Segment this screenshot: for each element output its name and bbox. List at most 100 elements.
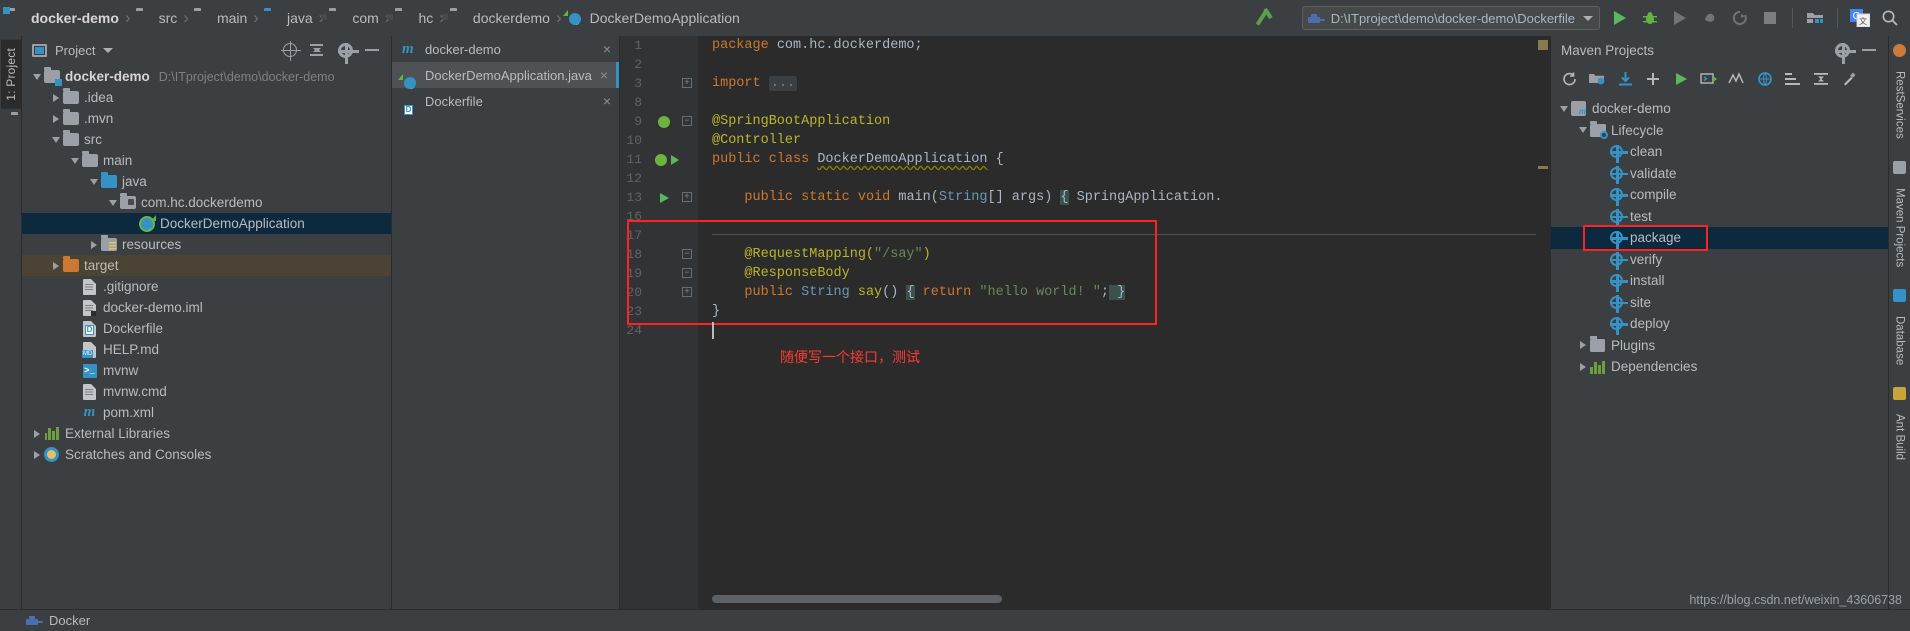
spring-bean-icon[interactable]	[654, 112, 674, 131]
tool-tab-maven-projects[interactable]: Maven Projects	[1892, 184, 1908, 271]
code-line[interactable]	[698, 321, 1550, 340]
code-line[interactable]	[698, 93, 1550, 112]
maven-tree-item[interactable]: m docker-demo	[1551, 98, 1888, 120]
code-fold-toggle[interactable]: −	[682, 249, 692, 259]
run-with-coverage-icon[interactable]	[1666, 4, 1694, 32]
collapse-arrow-icon[interactable]	[1557, 105, 1570, 112]
warning-marker[interactable]	[1538, 40, 1548, 50]
download-sources-icon[interactable]	[1613, 67, 1637, 91]
maven-tree[interactable]: m docker-demo Lifecycle clean validate compil…	[1551, 94, 1888, 609]
profile-icon[interactable]	[1696, 4, 1724, 32]
breadcrumb-item-dockerdemo[interactable]: dockerdemo	[441, 5, 553, 31]
expand-arrow-icon[interactable]	[49, 114, 62, 123]
close-icon[interactable]: ×	[599, 93, 615, 109]
code-line[interactable]: public static void main(String[] args) {…	[698, 188, 1550, 207]
project-tree-item[interactable]: docker-demo D:\ITproject\demo\docker-demo	[22, 66, 391, 87]
collapse-arrow-icon[interactable]	[1576, 127, 1589, 134]
close-icon[interactable]: ×	[599, 41, 615, 57]
toggle-skip-tests-icon[interactable]	[1725, 67, 1749, 91]
expand-arrow-icon[interactable]	[1576, 341, 1589, 350]
database-icon[interactable]	[1893, 289, 1906, 303]
project-tree-item[interactable]: DockerDemoApplication	[22, 213, 391, 234]
code-editor[interactable]: 1 2 3 +8 9−10 11 12 13 +16 17 18−19−20 +23 24 packag…	[620, 36, 1550, 609]
maven-tree-item[interactable]: Lifecycle	[1551, 120, 1888, 142]
tool-tab-rest-services[interactable]: RestServices	[1892, 67, 1908, 143]
run-maven-build-icon[interactable]	[1669, 67, 1693, 91]
maven-tree-item[interactable]: test	[1551, 206, 1888, 228]
project-structure-icon[interactable]	[1801, 4, 1829, 32]
project-tree-item[interactable]: java	[22, 171, 391, 192]
code-line[interactable]: public String say() { return "hello worl…	[698, 283, 1550, 302]
code-line[interactable]	[698, 207, 1550, 226]
breadcrumb-item-com[interactable]: com	[321, 5, 381, 31]
project-tree-item[interactable]: >_ mvnw	[22, 360, 391, 381]
maven-tree-item[interactable]: clean	[1551, 141, 1888, 163]
execute-goal-icon[interactable]	[1697, 67, 1721, 91]
editor-tabs[interactable]: m docker-demo × DockerDemoApplication.java ×…	[392, 36, 620, 609]
analysis-marker-bar[interactable]	[1536, 36, 1550, 609]
code-line[interactable]: @RequestMapping("/say")	[698, 245, 1550, 264]
maven-tree-item[interactable]: Plugins	[1551, 335, 1888, 357]
hide-icon[interactable]	[365, 42, 381, 58]
project-tree[interactable]: docker-demo D:\ITproject\demo\docker-demo…	[22, 64, 391, 609]
maven-tree-item[interactable]: deploy	[1551, 313, 1888, 335]
code-line[interactable]: @Controller	[698, 131, 1550, 150]
code-line[interactable]	[698, 169, 1550, 188]
breadcrumb-item-dockerdemoapplication[interactable]: DockerDemoApplication	[565, 5, 743, 31]
code-line[interactable]	[698, 55, 1550, 74]
run-configuration-selector[interactable]: D:\ITproject\demo\docker-demo\Dockerfile	[1301, 6, 1600, 30]
project-tree-item[interactable]: .mvn	[22, 108, 391, 129]
chevron-down-icon[interactable]	[1583, 15, 1593, 21]
expand-arrow-icon[interactable]	[30, 429, 43, 438]
collapse-arrow-icon[interactable]	[106, 199, 119, 206]
breadcrumb-item-hc[interactable]: hc	[387, 5, 436, 31]
debug-icon[interactable]	[1636, 4, 1664, 32]
docker-tool-window-button[interactable]: Docker	[26, 613, 90, 628]
warning-marker[interactable]	[1538, 166, 1548, 169]
ant-icon[interactable]	[1893, 387, 1906, 401]
project-tree-item[interactable]: mvnw.cmd	[22, 381, 391, 402]
show-dependencies-icon[interactable]	[1781, 67, 1805, 91]
settings-icon[interactable]	[1834, 42, 1856, 64]
build-arrow-icon[interactable]	[1254, 7, 1278, 29]
maven-tree-item[interactable]: verify	[1551, 249, 1888, 271]
code-line[interactable]: import ...	[698, 74, 1550, 93]
expand-arrow-icon[interactable]	[87, 240, 100, 249]
spring-run-icon[interactable]	[650, 150, 684, 169]
editor-tab-dockerfile[interactable]: D Dockerfile ×	[392, 88, 619, 115]
project-tree-item[interactable]: m pom.xml	[22, 402, 391, 423]
collapse-arrow-icon[interactable]	[68, 157, 81, 164]
project-tree-item[interactable]: External Libraries	[22, 423, 391, 444]
hide-icon[interactable]	[1862, 42, 1878, 58]
generate-sources-icon[interactable]	[1585, 67, 1609, 91]
code-line[interactable]: @ResponseBody	[698, 264, 1550, 283]
code-fold-toggle[interactable]: +	[682, 287, 692, 297]
project-tree-item[interactable]: com.hc.dockerdemo	[22, 192, 391, 213]
project-tree-item[interactable]: docker-demo.iml	[22, 297, 391, 318]
expand-arrow-icon[interactable]	[49, 261, 62, 270]
reimport-icon[interactable]	[1557, 67, 1581, 91]
settings-icon[interactable]	[337, 42, 359, 64]
project-tree-item[interactable]: main	[22, 150, 391, 171]
breadcrumb-item-docker-demo[interactable]: docker-demo	[3, 5, 122, 31]
code-fold-toggle[interactable]: −	[682, 268, 692, 278]
stop-icon[interactable]	[1756, 4, 1784, 32]
code-fold-toggle[interactable]: −	[682, 116, 692, 126]
breadcrumb-item-java[interactable]: java	[262, 5, 316, 31]
collapse-all-icon[interactable]	[1809, 67, 1833, 91]
project-tree-item[interactable]: .idea	[22, 87, 391, 108]
close-icon[interactable]: ×	[596, 67, 612, 83]
translate-icon[interactable]: G文	[1846, 4, 1874, 32]
project-tree-item[interactable]: MD HELP.md	[22, 339, 391, 360]
editor-tab-dockerdemoapplication-java[interactable]: DockerDemoApplication.java ×	[392, 62, 619, 89]
code-line[interactable]: public class DockerDemoApplication {	[698, 150, 1550, 169]
code-fold-toggle[interactable]: +	[682, 78, 692, 88]
breadcrumb[interactable]: docker-demo›src›main›java›com›hc›dockerd…	[3, 0, 743, 36]
maven-settings-icon[interactable]	[1837, 67, 1861, 91]
maven-tree-item[interactable]: compile	[1551, 184, 1888, 206]
maven-tree-item[interactable]: package	[1551, 225, 1888, 251]
code-line[interactable]: package com.hc.dockerdemo;	[698, 36, 1550, 55]
run-gutter-icon[interactable]	[654, 188, 674, 207]
add-maven-project-icon[interactable]	[1641, 67, 1665, 91]
tool-tab-ant-build[interactable]: Ant Build	[1892, 410, 1908, 464]
